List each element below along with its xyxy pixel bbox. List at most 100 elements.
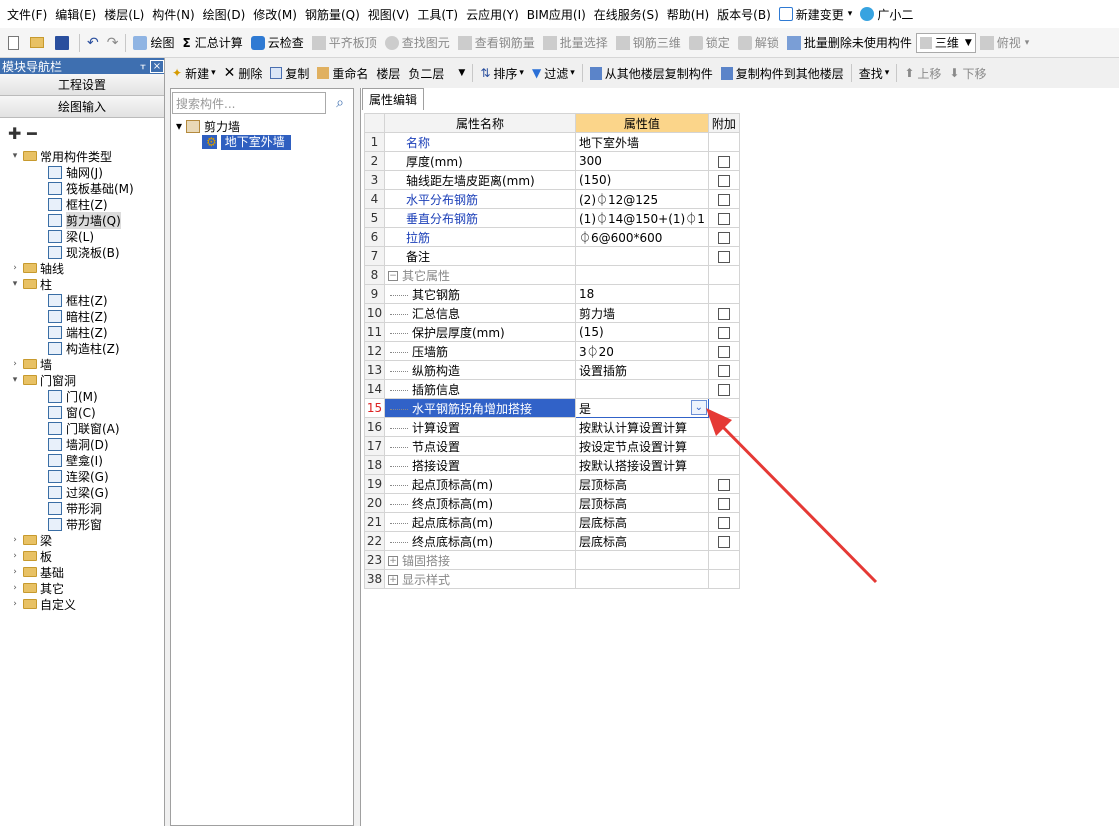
menu-item[interactable]: BIM应用(I) — [524, 6, 589, 23]
tab-property-edit[interactable]: 属性编辑 — [362, 88, 425, 110]
add-checkbox[interactable] — [717, 326, 730, 339]
property-row[interactable]: 1 名称 地下室外墙 — [364, 132, 740, 152]
chevron-right-icon[interactable]: › — [10, 567, 20, 577]
delete-component-button[interactable]: ✕ 删除 — [220, 62, 267, 84]
menu-item[interactable]: 构件(N) — [149, 6, 197, 23]
menu-item[interactable]: 编辑(E) — [52, 6, 99, 23]
draw-input-button[interactable]: 绘图输入 — [0, 96, 164, 118]
component-tree-root[interactable]: ▾ 剪力墙 — [176, 118, 291, 134]
rebar-3d-button[interactable]: 钢筋三维 — [612, 32, 685, 54]
move-down-button[interactable]: ⬇ 下移 — [945, 62, 990, 84]
nav-tree-item[interactable]: 框柱(Z) — [0, 196, 164, 212]
menu-item[interactable]: 工具(T) — [414, 6, 461, 23]
add-checkbox[interactable] — [717, 212, 730, 225]
add-checkbox[interactable] — [717, 478, 730, 491]
property-row[interactable]: 8− 其它属性 — [364, 265, 740, 285]
nav-tree-item[interactable]: 暗柱(Z) — [0, 308, 164, 324]
property-row[interactable]: 7 备注 — [364, 246, 740, 266]
property-value-cell[interactable] — [575, 246, 709, 266]
nav-tree-item[interactable]: 墙洞(D) — [0, 436, 164, 452]
nav-tree-item[interactable]: 框柱(Z) — [0, 292, 164, 308]
menu-item[interactable]: 在线服务(S) — [591, 6, 662, 23]
property-value-cell[interactable] — [575, 379, 709, 399]
save-button[interactable] — [51, 32, 76, 54]
property-value-cell[interactable]: (150) — [575, 170, 709, 190]
batch-delete-button[interactable]: 批量删除未使用构件 — [783, 32, 916, 54]
property-row[interactable]: 14 插筋信息 — [364, 379, 740, 399]
menu-item[interactable]: 修改(M) — [250, 6, 300, 23]
add-checkbox[interactable] — [717, 345, 730, 358]
cloud-check-button[interactable]: 云检查 — [247, 32, 308, 54]
property-value-cell[interactable]: 按设定节点设置计算 — [575, 436, 709, 456]
property-value-cell[interactable]: (1)⏀14@150+(1)⏀1 — [575, 208, 709, 228]
property-value-cell[interactable]: 18 — [575, 284, 709, 304]
assistant-menu[interactable]: 广小二 — [857, 6, 916, 23]
lock-button[interactable]: 锁定 — [685, 32, 734, 54]
search-input[interactable]: 搜索构件... — [172, 92, 326, 114]
menu-item[interactable]: 楼层(L) — [101, 6, 147, 23]
nav-tree-item[interactable]: 窗(C) — [0, 404, 164, 420]
view-direction-select[interactable]: 俯视 ▾ — [976, 32, 1034, 54]
property-row[interactable]: 38 + 显示样式 — [364, 569, 740, 589]
chevron-down-icon[interactable]: ▾ — [10, 279, 20, 289]
property-value-cell[interactable]: 层顶标高 — [575, 474, 709, 494]
nav-tree-item[interactable]: 轴网(J) — [0, 164, 164, 180]
add-checkbox[interactable] — [717, 535, 730, 548]
property-row[interactable]: 20 终点顶标高(m) 层顶标高 — [364, 493, 740, 513]
property-row[interactable]: 9 其它钢筋 18 — [364, 284, 740, 304]
calc-button[interactable]: Σ 汇总计算 — [178, 32, 246, 54]
search-icon[interactable]: ⌕ — [328, 92, 352, 114]
batch-select-button[interactable]: 批量选择 — [539, 32, 612, 54]
collapse-icon[interactable]: − — [388, 271, 398, 281]
add-checkbox[interactable] — [717, 364, 730, 377]
unlock-button[interactable]: 解锁 — [734, 32, 783, 54]
chevron-right-icon[interactable]: › — [10, 535, 20, 545]
expand-icon[interactable]: + — [388, 556, 398, 566]
chevron-right-icon[interactable]: › — [10, 263, 20, 273]
menu-item[interactable]: 文件(F) — [4, 6, 50, 23]
nav-tree-item[interactable]: 连梁(G) — [0, 468, 164, 484]
property-row[interactable]: 16 计算设置 按默认计算设置计算 — [364, 417, 740, 437]
view-mode-select[interactable]: 三维 ▼ — [915, 32, 976, 53]
property-value-cell[interactable]: 按默认搭接设置计算 — [575, 455, 709, 475]
filter-button[interactable]: ▼ 过滤 ▾ — [528, 62, 579, 84]
nav-tree-item[interactable]: 门联窗(A) — [0, 420, 164, 436]
draw-button[interactable]: 绘图 — [129, 32, 178, 54]
chevron-down-icon[interactable]: ▾ — [10, 151, 20, 161]
nav-tree-item[interactable]: ▾ 常用构件类型 — [0, 148, 164, 164]
property-value-cell[interactable]: 剪力墙 — [575, 303, 709, 323]
menu-item[interactable]: 绘图(D) — [200, 6, 249, 23]
menu-item[interactable]: 视图(V) — [365, 6, 413, 23]
property-value-cell[interactable] — [575, 550, 709, 570]
nav-tree-item[interactable]: › 板 — [0, 548, 164, 564]
add-checkbox[interactable] — [717, 174, 730, 187]
property-value-cell[interactable]: 设置插筋 — [575, 360, 709, 380]
nav-tree-item[interactable]: 门(M) — [0, 388, 164, 404]
undo-button[interactable]: ↶ — [83, 32, 103, 54]
move-up-button[interactable]: ⬆ 上移 — [900, 62, 945, 84]
floor-select[interactable]: 负二层 ▼ — [404, 62, 469, 84]
nav-tree-item[interactable]: › 自定义 — [0, 596, 164, 612]
find-button[interactable]: 查找 ▾ — [855, 62, 894, 84]
chevron-right-icon[interactable]: › — [10, 551, 20, 561]
property-value-cell[interactable] — [575, 569, 709, 589]
property-row[interactable]: 23 + 锚固搭接 — [364, 550, 740, 570]
find-element-button[interactable]: 查找图元 — [381, 32, 454, 54]
property-value-cell[interactable]: (2)⏀12@125 — [575, 189, 709, 209]
component-tree-item[interactable]: ⚙ 地下室外墙 — [176, 134, 291, 150]
property-row[interactable]: 6 拉筋 ⏀6@600*600 — [364, 227, 740, 247]
add-checkbox[interactable] — [717, 193, 730, 206]
rename-component-button[interactable]: 重命名 — [313, 62, 372, 84]
nav-tree-item[interactable]: 端柱(Z) — [0, 324, 164, 340]
nav-tree-item[interactable]: 壁龛(I) — [0, 452, 164, 468]
nav-tree-item[interactable]: › 轴线 — [0, 260, 164, 276]
property-value-cell[interactable]: 层底标高 — [575, 531, 709, 551]
property-row[interactable]: 10 汇总信息 剪力墙 — [364, 303, 740, 323]
property-value-cell[interactable]: 层顶标高 — [575, 493, 709, 513]
sort-button[interactable]: ⇅ 排序 ▾ — [476, 62, 528, 84]
property-value-cell[interactable]: 300 — [575, 151, 709, 171]
new-component-button[interactable]: ✦ 新建 ▾ — [168, 62, 220, 84]
chevron-down-icon[interactable]: ⌄ — [690, 400, 707, 415]
property-value-cell[interactable]: (15) — [575, 322, 709, 342]
property-row[interactable]: 4 水平分布钢筋 (2)⏀12@125 — [364, 189, 740, 209]
